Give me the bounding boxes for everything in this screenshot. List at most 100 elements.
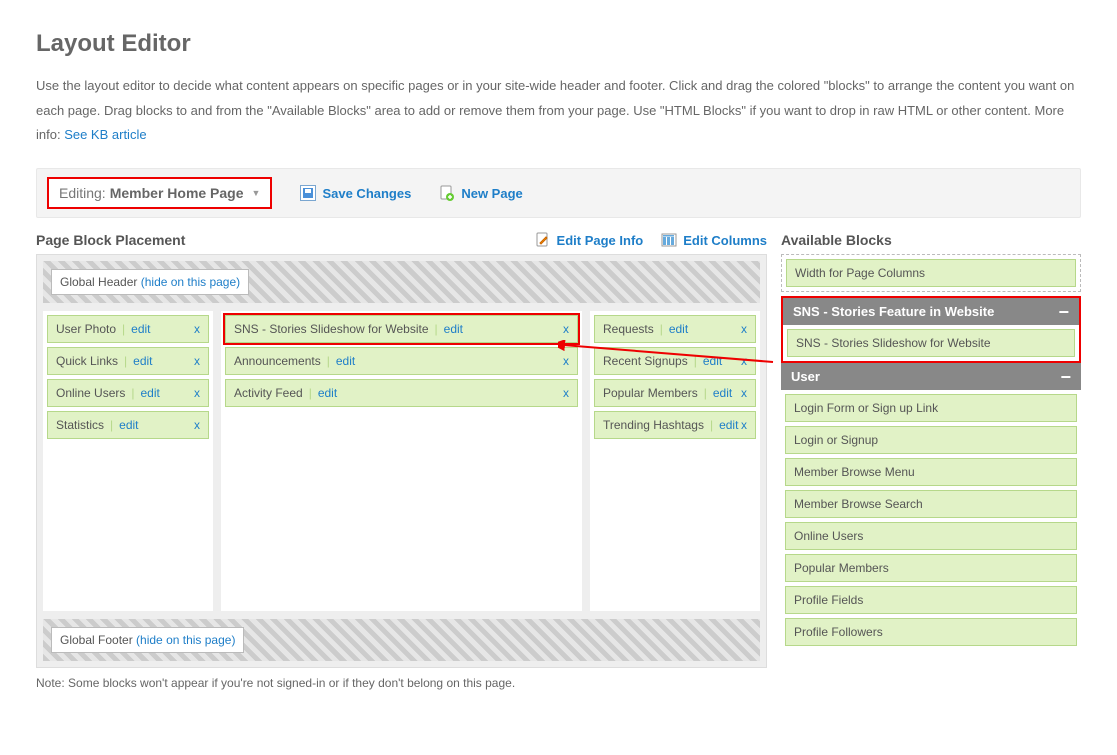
chevron-down-icon: ▼ xyxy=(252,188,261,198)
available-block[interactable]: Online Users xyxy=(785,522,1077,550)
edit-page-info-button[interactable]: Edit Page Info xyxy=(535,232,644,248)
placed-block[interactable]: Popular Members | editx xyxy=(594,379,756,407)
edit-block-link[interactable]: edit xyxy=(133,354,152,368)
remove-block-button[interactable]: x xyxy=(741,354,747,368)
available-block[interactable]: Member Browse Search xyxy=(785,490,1077,518)
save-label: Save Changes xyxy=(322,186,411,201)
block-label: Online Users xyxy=(794,529,863,543)
block-label: Width for Page Columns xyxy=(795,266,925,280)
block-label: Online Users xyxy=(56,386,125,400)
placed-block[interactable]: SNS - Stories Slideshow for Website | ed… xyxy=(225,315,578,343)
block-label: SNS - Stories Slideshow for Website xyxy=(796,336,991,350)
new-page-icon xyxy=(439,185,455,201)
page-title: Layout Editor xyxy=(36,30,1081,58)
available-block[interactable]: Width for Page Columns xyxy=(786,259,1076,287)
placed-block[interactable]: Recent Signups | editx xyxy=(594,347,756,375)
available-block[interactable]: Login Form or Sign up Link xyxy=(785,394,1077,422)
available-block[interactable]: Login or Signup xyxy=(785,426,1077,454)
remove-block-button[interactable]: x xyxy=(194,354,200,368)
editing-page-dropdown[interactable]: Editing: Member Home Page ▼ xyxy=(47,177,272,209)
block-label: Login Form or Sign up Link xyxy=(794,401,938,415)
edit-columns-button[interactable]: Edit Columns xyxy=(661,232,767,248)
block-label: Member Browse Menu xyxy=(794,465,915,479)
global-header-bar[interactable]: Global Header (hide on this page) xyxy=(43,261,760,303)
remove-block-button[interactable]: x xyxy=(194,386,200,400)
remove-block-button[interactable]: x xyxy=(194,418,200,432)
block-label: Popular Members xyxy=(603,386,698,400)
placed-block[interactable]: Online Users | editx xyxy=(47,379,209,407)
placed-block[interactable]: Activity Feed | editx xyxy=(225,379,578,407)
block-label: Statistics xyxy=(56,418,104,432)
placement-col-right[interactable]: Requests | editxRecent Signups | editxPo… xyxy=(590,311,760,611)
edit-block-link[interactable]: edit xyxy=(669,322,688,336)
block-label: Recent Signups xyxy=(603,354,688,368)
placed-block[interactable]: Announcements | editx xyxy=(225,347,578,375)
edit-block-link[interactable]: edit xyxy=(140,386,159,400)
placed-block[interactable]: User Photo | editx xyxy=(47,315,209,343)
hide-header-link[interactable]: (hide on this page) xyxy=(141,275,240,289)
edit-page-info-label: Edit Page Info xyxy=(557,233,644,248)
global-footer-label: Global Footer xyxy=(60,633,133,647)
block-label: Quick Links xyxy=(56,354,118,368)
available-block[interactable]: SNS - Stories Slideshow for Website xyxy=(787,329,1075,357)
edit-block-link[interactable]: edit xyxy=(719,418,738,432)
remove-block-button[interactable]: x xyxy=(741,322,747,336)
new-page-label: New Page xyxy=(461,186,522,201)
remove-block-button[interactable]: x xyxy=(194,322,200,336)
edit-block-link[interactable]: edit xyxy=(444,322,463,336)
block-label: Profile Followers xyxy=(794,625,883,639)
placed-block[interactable]: Requests | editx xyxy=(594,315,756,343)
edit-columns-label: Edit Columns xyxy=(683,233,767,248)
collapse-icon[interactable]: − xyxy=(1060,371,1071,383)
group-title: User xyxy=(791,369,820,384)
placement-col-middle[interactable]: SNS - Stories Slideshow for Website | ed… xyxy=(221,311,582,611)
intro-paragraph: Use the layout editor to decide what con… xyxy=(36,74,1081,148)
pencil-icon xyxy=(535,232,551,248)
placement-col-left[interactable]: User Photo | editxQuick Links | editxOnl… xyxy=(43,311,213,611)
placement-title: Page Block Placement xyxy=(36,232,185,248)
collapse-icon[interactable]: − xyxy=(1058,306,1069,318)
group-header[interactable]: SNS - Stories Feature in Website − xyxy=(783,298,1079,325)
editing-label: Editing: xyxy=(59,185,106,201)
group-header[interactable]: User − xyxy=(781,363,1081,390)
remove-block-button[interactable]: x xyxy=(741,386,747,400)
new-page-button[interactable]: New Page xyxy=(439,185,522,201)
global-header-label: Global Header xyxy=(60,275,137,289)
edit-block-link[interactable]: edit xyxy=(713,386,732,400)
remove-block-button[interactable]: x xyxy=(563,322,569,336)
block-label: Announcements xyxy=(234,354,321,368)
edit-block-link[interactable]: edit xyxy=(119,418,138,432)
block-label: Profile Fields xyxy=(794,593,863,607)
intro-text: Use the layout editor to decide what con… xyxy=(36,78,1074,142)
kb-article-link[interactable]: See KB article xyxy=(64,127,146,142)
remove-block-button[interactable]: x xyxy=(741,418,747,432)
save-changes-button[interactable]: Save Changes xyxy=(300,185,411,201)
edit-block-link[interactable]: edit xyxy=(703,354,722,368)
block-label: Member Browse Search xyxy=(794,497,923,511)
placement-editor: Global Header (hide on this page) User P… xyxy=(36,254,767,668)
block-label: Trending Hashtags xyxy=(603,418,704,432)
available-block[interactable]: Profile Followers xyxy=(785,618,1077,646)
placed-block[interactable]: Quick Links | editx xyxy=(47,347,209,375)
global-footer-bar[interactable]: Global Footer (hide on this page) xyxy=(43,619,760,661)
group-title: SNS - Stories Feature in Website xyxy=(793,304,994,319)
block-label: Popular Members xyxy=(794,561,889,575)
remove-block-button[interactable]: x xyxy=(563,386,569,400)
block-label: Activity Feed xyxy=(234,386,303,400)
toolbar: Editing: Member Home Page ▼ Save Changes… xyxy=(36,168,1081,218)
block-label: User Photo xyxy=(56,322,116,336)
placed-block[interactable]: Trending Hashtags | editx xyxy=(594,411,756,439)
edit-block-link[interactable]: edit xyxy=(318,386,337,400)
remove-block-button[interactable]: x xyxy=(563,354,569,368)
available-blocks-list[interactable]: Width for Page Columns SNS - Stories Fea… xyxy=(781,254,1081,694)
available-block[interactable]: Member Browse Menu xyxy=(785,458,1077,486)
edit-block-link[interactable]: edit xyxy=(131,322,150,336)
available-block[interactable]: Profile Fields xyxy=(785,586,1077,614)
edit-block-link[interactable]: edit xyxy=(336,354,355,368)
block-label: Login or Signup xyxy=(794,433,878,447)
available-block[interactable]: Popular Members xyxy=(785,554,1077,582)
save-icon xyxy=(300,185,316,201)
available-title: Available Blocks xyxy=(781,232,892,248)
placed-block[interactable]: Statistics | editx xyxy=(47,411,209,439)
hide-footer-link[interactable]: (hide on this page) xyxy=(136,633,235,647)
